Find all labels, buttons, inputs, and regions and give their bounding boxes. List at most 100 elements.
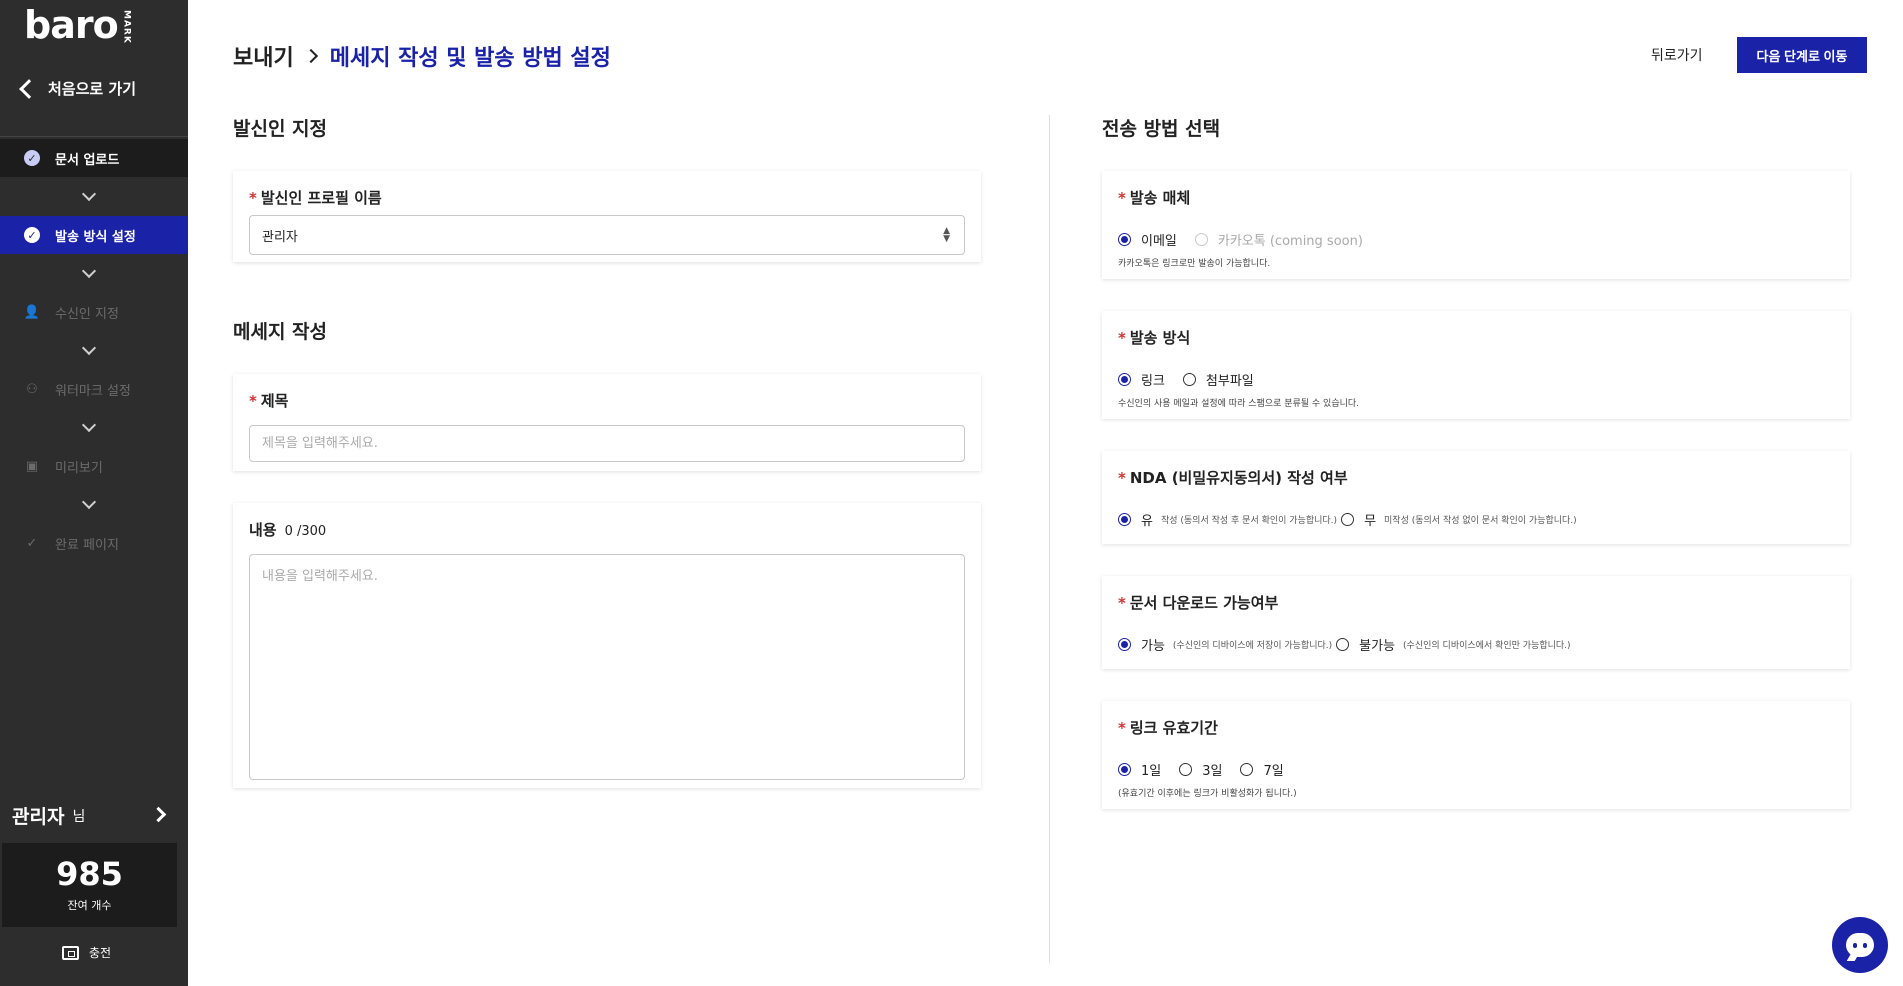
radio-selected-icon[interactable] [1118,763,1131,776]
expiry-radio-group: 1일 3일 7일 [1118,760,1302,779]
method-radio-group: 링크 첨부파일 [1118,370,1272,389]
check-circle-icon: ✓ [24,150,40,166]
expiry-option-7day[interactable]: 7일 [1240,760,1284,779]
subject-label: * 제목 [249,392,289,410]
delivery-section-title: 전송 방법 선택 [1102,118,1221,140]
sidebar: baro MARK 처음으로 가기 ✓ 문서 업로드 ✓ 발송 방식 설정 👤 … [0,0,188,986]
user-suffix: 님 [72,808,86,825]
expiry-option-1day[interactable]: 1일 [1118,760,1161,779]
required-mark: * [1118,469,1126,487]
breadcrumb-root[interactable]: 보내기 [233,40,294,72]
nda-option-no[interactable]: 무 미작성 (동의서 작성 없이 문서 확인이 가능합니다.) [1341,510,1577,529]
method-option-link[interactable]: 링크 [1118,370,1165,389]
user-profile-link[interactable]: 관리자 님 [12,802,172,829]
download-option-denied[interactable]: 불가능 (수신인의 디바이스에서 확인만 가능합니다.) [1336,635,1571,654]
radio-icon[interactable] [1182,373,1196,386]
content-char-count: 0 /300 [284,524,327,539]
chevron-right-icon [150,806,167,823]
download-card: * 문서 다운로드 가능여부 가능 (수신인의 디바이스에 저장이 가능합니다.) … [1102,576,1850,669]
sender-profile-select[interactable]: 관리자 ▲ ▼ [249,215,965,255]
chevron-down-icon [81,494,97,510]
radio-selected-icon[interactable] [1118,638,1131,651]
nda-option-yes[interactable]: 유 작성 (동의서 작성 후 문서 확인이 가능합니다.) [1118,510,1337,529]
method-label: * 발송 방식 [1118,329,1191,347]
message-section-title: 메세지 작성 [233,321,328,343]
remaining-count: 985 [56,855,123,893]
sidebar-divider [0,136,188,137]
step-label: 워터마크 설정 [55,383,131,399]
subject-card: * 제목 [233,374,981,471]
sender-card: * 발신인 프로필 이름 관리자 ▲ ▼ [233,171,981,262]
required-mark: * [249,392,257,410]
sender-profile-value: 관리자 [262,229,298,245]
download-option-allowed[interactable]: 가능 (수신인의 디바이스에 저장이 가능합니다.) [1118,635,1332,654]
medium-option-email[interactable]: 이메일 [1118,230,1177,249]
step-label: 수신인 지정 [55,306,119,322]
required-mark: * [249,189,257,207]
user-add-icon: 👤 [23,304,41,320]
chevron-left-icon [19,78,39,99]
chevron-right-icon [303,48,318,64]
back-button[interactable]: 뒤로가기 [1651,45,1703,65]
required-mark: * [1118,719,1126,737]
radio-icon[interactable] [1341,513,1355,526]
required-mark: * [1118,594,1126,612]
check-circle-icon: ✓ [24,227,40,243]
back-to-start-link[interactable]: 처음으로 가기 [18,78,136,99]
radio-selected-icon[interactable] [1118,373,1131,386]
remaining-count-label: 잔여 개수 [67,899,112,912]
next-step-button[interactable]: 다음 단계로 이동 [1737,37,1867,73]
step-watermark[interactable]: ⚇ 워터마크 설정 [0,370,188,408]
sender-profile-label: * 발신인 프로필 이름 [249,189,382,207]
content-label: 내용 0 /300 [249,521,327,539]
step-document-upload[interactable]: ✓ 문서 업로드 [0,139,188,177]
radio-disabled-icon[interactable] [1194,233,1208,246]
step-label: 미리보기 [55,460,103,476]
subject-input[interactable] [249,425,965,462]
sender-section-title: 발신인 지정 [233,118,328,140]
content-card: 내용 0 /300 [233,503,981,788]
expiry-option-3day[interactable]: 3일 [1179,760,1222,779]
step-complete[interactable]: ✓ 완료 페이지 [0,524,188,562]
radio-icon[interactable] [1240,763,1254,776]
download-label: * 문서 다운로드 가능여부 [1118,594,1279,612]
medium-help-text: 카카오톡은 링크로만 발송이 가능합니다. [1118,259,1271,269]
method-option-attachment[interactable]: 첨부파일 [1182,370,1254,389]
chevron-down-icon [81,340,97,356]
back-to-start-label: 처음으로 가기 [48,80,137,98]
download-radio-group: 가능 (수신인의 디바이스에 저장이 가능합니다.) 불가능 (수신인의 디바이스에… [1118,635,1589,654]
user-name: 관리자 [12,806,65,828]
column-divider [1049,115,1050,963]
logo-sub: MARK [121,10,132,44]
charge-button[interactable]: 충전 [62,944,111,961]
chevron-down-icon [81,263,97,279]
step-preview[interactable]: ▣ 미리보기 [0,447,188,485]
radio-selected-icon[interactable] [1118,513,1131,526]
chat-support-button[interactable] [1832,917,1888,973]
content-textarea[interactable] [249,554,965,780]
user-lock-icon: ⚇ [26,381,38,397]
nda-card: * NDA (비밀유지동의서) 작성 여부 유 작성 (동의서 작성 후 문서 확인… [1102,451,1850,544]
step-send-method[interactable]: ✓ 발송 방식 설정 [0,216,188,254]
charge-label: 충전 [89,946,112,960]
medium-option-kakao[interactable]: 카카오톡 (coming soon) [1194,230,1363,249]
method-help-text: 수신인의 사용 메일과 설정에 따라 스팸으로 분류될 수 있습니다. [1118,399,1360,409]
radio-selected-icon[interactable] [1118,233,1131,246]
radio-icon[interactable] [1336,638,1350,651]
nda-radio-group: 유 작성 (동의서 작성 후 문서 확인이 가능합니다.) 무 미작성 (동의서 작… [1118,510,1595,529]
step-recipients[interactable]: 👤 수신인 지정 [0,293,188,331]
step-label: 완료 페이지 [55,537,119,553]
radio-icon[interactable] [1179,763,1193,776]
nda-label: * NDA (비밀유지동의서) 작성 여부 [1118,469,1348,487]
chevron-down-icon [81,186,97,202]
logo[interactable]: baro MARK [24,6,132,44]
nda-no-note: 미작성 (동의서 작성 없이 문서 확인이 가능합니다.) [1384,516,1577,526]
medium-label: * 발송 매체 [1118,189,1191,207]
check-icon: ✓ [26,535,38,551]
remaining-count-box: 985 잔여 개수 [2,843,177,927]
page-title: 메세지 작성 및 발송 방법 설정 [329,46,611,71]
chat-bubble-icon [1846,933,1874,957]
medium-radio-group: 이메일 카카오톡 (coming soon) [1118,230,1381,249]
required-mark: * [1118,329,1126,347]
step-label: 문서 업로드 [55,152,120,168]
